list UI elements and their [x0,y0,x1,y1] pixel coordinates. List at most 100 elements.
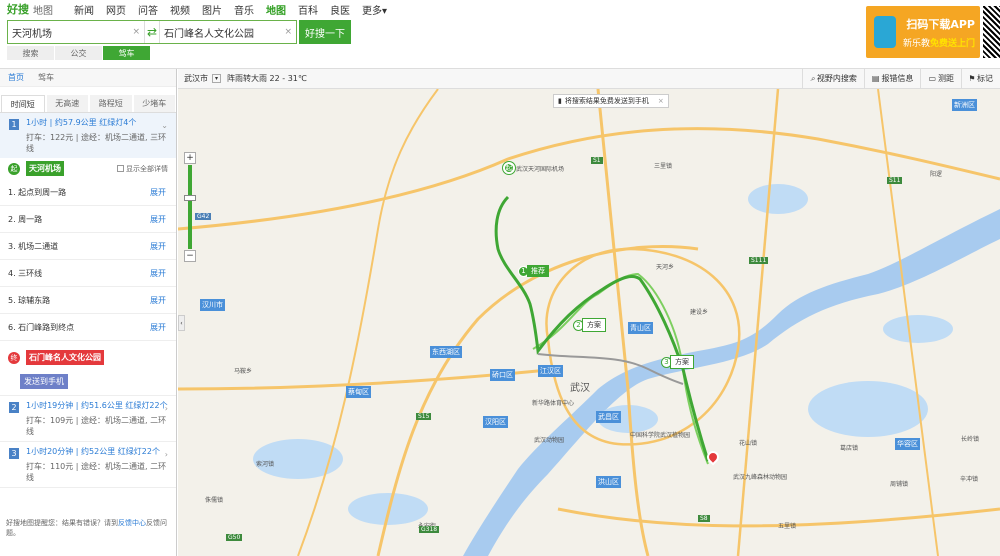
chevron-down-icon[interactable]: ▾ [212,74,221,83]
nav-link[interactable]: 问答 [138,2,158,17]
place-label[interactable]: 武汉 [570,379,590,394]
district-label[interactable]: 华容区 [895,438,920,450]
road-shield: S15 [416,413,432,420]
route-step[interactable]: 6. 石门峰路到终点 展开 [0,314,176,341]
send-to-phone-button[interactable]: 发送到手机 [20,374,68,389]
district-label[interactable]: 青山区 [628,322,653,334]
breadcrumb: 首页 驾车 [0,69,176,87]
mode-tab[interactable]: 公交 [55,46,102,60]
route-marker-2[interactable]: 2 方案 [573,318,606,332]
chevron-down-icon[interactable]: ⌄ [161,121,168,130]
nav-link[interactable]: 视频 [170,2,190,17]
breadcrumb-home[interactable]: 首页 [8,72,24,83]
send-to-phone-tip[interactable]: ▮ 将搜索结果免费发送到手机 × [553,94,669,108]
route-option-2[interactable]: 2 1小时19分钟 | 约51.6公里 红绿灯22个 打车：109元 | 途经：… [0,395,176,441]
place-label[interactable]: 武汉九峰森林动物园 [733,472,787,481]
app-promo-banner[interactable]: 扫码下载APP 新乐教免费送上门 [866,6,980,58]
qr-code-icon [983,6,1000,58]
route-option-3[interactable]: 3 1小时20分钟 | 约52公里 红绿灯22个 打车：110元 | 途经：机场… [0,441,176,488]
district-label[interactable]: 东西湖区 [430,346,462,358]
mode-tab[interactable]: 搜索 [7,46,54,60]
expand-link[interactable]: 展开 [150,268,166,279]
chevron-right-icon[interactable]: › [165,404,168,413]
district-label[interactable]: 蔡甸区 [346,386,371,398]
zoom-in-button[interactable]: + [184,152,196,164]
step-label: 2. 周一路 [8,214,43,224]
strategy-tab[interactable]: 少堵车 [133,95,175,112]
to-input[interactable]: 石门峰名人文化公园 × [160,21,296,43]
end-point: 终 石门峰名人文化公园 [0,347,176,368]
city-name[interactable]: 武汉市 [184,73,208,84]
route-step[interactable]: 5. 琼辅东路 展开 [0,287,176,314]
route-step[interactable]: 4. 三环线 展开 [0,260,176,287]
clear-to-icon[interactable]: × [284,27,292,37]
nav-link[interactable]: 新闻 [74,2,94,17]
district-label[interactable]: 武昌区 [596,411,621,423]
clear-from-icon[interactable]: × [132,27,140,37]
map-tool-button[interactable]: ▭ 测距 [920,68,961,89]
nav-link[interactable]: 地图 [266,2,286,17]
district-label[interactable]: 硚口区 [490,369,515,381]
route-step[interactable]: 1. 起点到周一路 展开 [0,179,176,206]
zoom-control: + − [184,152,196,262]
nav-link[interactable]: 图片 [202,2,222,17]
map-canvas[interactable]: + − ‹ ▮ 将搜索结果免费发送到手机 × 起 1 推荐 2 方案 3 方案 … [178,89,1000,556]
show-all-checkbox[interactable]: 显示全部详情 [117,164,168,174]
place-label: 辛冲镇 [960,476,979,483]
route-marker-1[interactable]: 1 推荐 [518,265,549,277]
to-value: 石门峰名人文化公园 [164,28,254,40]
weather-info: 阵雨转大雨 22 - 31℃ [227,74,307,83]
strategy-tab[interactable]: 时间短 [1,95,45,112]
district-label[interactable]: 江汉区 [538,365,563,377]
place-label: 花山镇 [739,440,758,447]
nav-link[interactable]: 更多▾ [362,2,387,17]
place-label[interactable]: 武汉动物园 [534,435,564,444]
route-summary: 1小时19分钟 | 约51.6公里 红绿灯22个 [26,401,168,410]
expand-link[interactable]: 展开 [150,214,166,225]
route-search-box: 天河机场 × ⇄ 石门峰名人文化公园 × [7,20,297,44]
map-tool-button[interactable]: ⚑ 标记 [961,68,1000,89]
strategy-tab[interactable]: 无高速 [46,95,88,112]
route-step[interactable]: 3. 机场二通道 展开 [0,233,176,260]
nav-link[interactable]: 网页 [106,2,126,17]
from-input[interactable]: 天河机场 × [8,21,144,43]
place-label[interactable]: 武汉天河国际机场 [516,164,564,173]
route-option-1[interactable]: 1 1小时 | 约57.9公里 红绿灯4个 打车：122元 | 途经：机场二通道… [0,113,176,158]
swap-icon[interactable]: ⇄ [144,21,160,43]
start-pin-icon[interactable]: 起 [503,162,515,174]
nav-link[interactable]: 音乐 [234,2,254,17]
district-label[interactable]: 汉川市 [200,299,225,311]
nav-link[interactable]: 良医 [330,2,350,17]
route-marker-3[interactable]: 3 方案 [661,355,694,369]
expand-link[interactable]: 展开 [150,322,166,333]
close-icon[interactable]: × [658,97,664,105]
road [297,89,439,556]
district-label[interactable]: 汉阳区 [483,416,508,428]
site-logo[interactable]: 好搜 地图 [7,1,53,17]
nav-link[interactable]: 百科 [298,2,318,17]
route-detail: 打车：109元 | 途经：机场二通道, 二环线 [26,416,167,436]
feedback-link[interactable]: 反馈中心 [118,519,146,527]
road-shield: S8 [698,515,710,522]
place-label: 索河镇 [256,461,275,468]
expand-link[interactable]: 展开 [150,187,166,198]
zoom-slider[interactable] [184,165,196,249]
place-label[interactable]: 中国科学院武汉植物园 [630,430,690,439]
district-label[interactable]: 洪山区 [596,476,621,488]
place-label: 建设乡 [690,309,709,316]
chevron-right-icon[interactable]: › [165,450,168,459]
zoom-handle[interactable] [184,195,196,201]
mode-tab[interactable]: 驾车 [103,46,150,60]
map-tool-button[interactable]: ⌕ 视野内搜索 [802,68,863,89]
promo-subtitle: 新乐教免费送上门 [902,38,975,49]
district-label[interactable]: 新洲区 [952,99,977,111]
expand-link[interactable]: 展开 [150,241,166,252]
search-button[interactable]: 好搜一下 [299,20,351,44]
route-step[interactable]: 2. 周一路 展开 [0,206,176,233]
map-tool-button[interactable]: ▤ 报错信息 [863,68,921,89]
strategy-tab[interactable]: 路程短 [90,95,132,112]
place-label[interactable]: 新华路体育中心 [532,398,574,407]
collapse-sidebar-icon[interactable]: ‹ [178,315,185,331]
zoom-out-button[interactable]: − [184,250,196,262]
expand-link[interactable]: 展开 [150,295,166,306]
